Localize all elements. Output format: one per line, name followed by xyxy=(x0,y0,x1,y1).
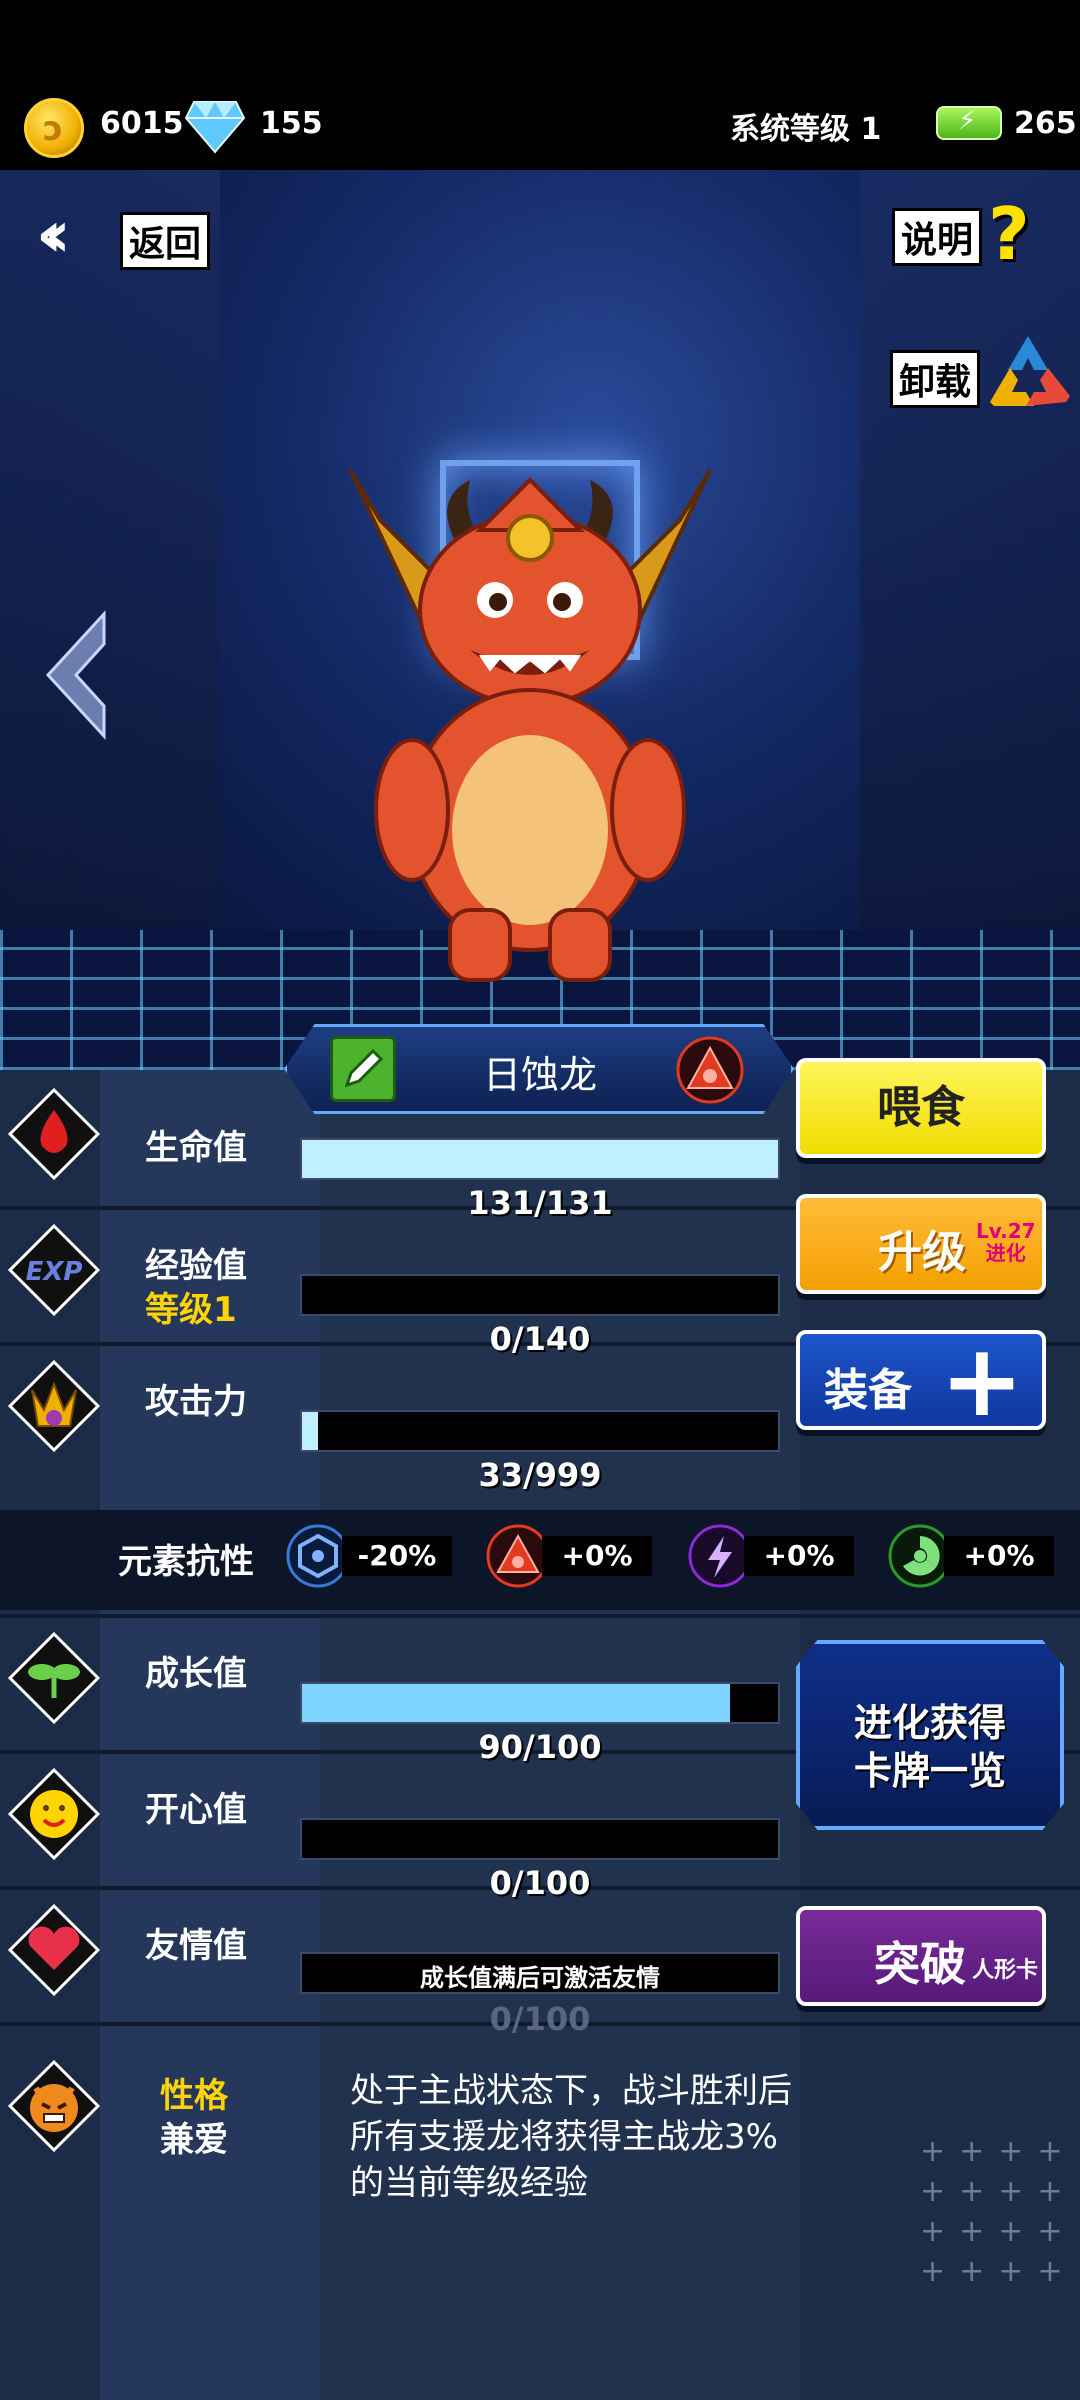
sprout-icon xyxy=(8,1632,100,1724)
personality-description: 处于主战状态下，战斗胜利后所有支援龙将获得主战龙3%的当前等级经验 xyxy=(350,2071,792,2203)
coin-icon: ↄ xyxy=(24,98,84,158)
scene-wall-right xyxy=(860,170,1080,990)
exp-value: 0/140 xyxy=(489,1320,591,1358)
heart-icon xyxy=(8,1904,100,1996)
exp-bar xyxy=(300,1274,780,1316)
angry-face-icon xyxy=(8,2060,100,2152)
exp-label: 经验值 xyxy=(145,1246,247,1286)
upgrade-level: Lv.27 xyxy=(976,1219,1036,1243)
edit-name-button[interactable] xyxy=(330,1036,396,1102)
energy-icon: ⚡ xyxy=(936,106,1002,140)
happy-value: 0/100 xyxy=(489,1864,591,1902)
unload-label: 卸载 xyxy=(890,350,981,408)
friendship-bar: 成长值满后可激活友情 xyxy=(300,1952,780,1994)
personality-label: 性格 xyxy=(160,2076,228,2116)
resistance-water-value: -20% xyxy=(342,1536,452,1576)
gem-icon xyxy=(184,101,246,154)
evolution-cards-line2: 卡牌一览 xyxy=(853,1749,1006,1793)
growth-bar-fill xyxy=(302,1684,731,1722)
attack-bar xyxy=(300,1410,780,1452)
plus-icon: + xyxy=(940,1322,1024,1439)
scene-wall-left xyxy=(0,170,220,990)
pet-dragon-image xyxy=(348,468,712,982)
fire-element-icon xyxy=(486,1524,550,1588)
resistance-label: 元素抗性 xyxy=(118,1542,254,1582)
hp-value: 131/131 xyxy=(467,1184,613,1222)
resistance-fire-value: +0% xyxy=(542,1536,652,1576)
happy-bar xyxy=(300,1818,780,1860)
hp-bar-fill xyxy=(302,1140,778,1178)
attack-bar-fill xyxy=(302,1412,318,1450)
evolution-cards-line1: 进化获得 xyxy=(853,1701,1006,1745)
decorative-plus-grid: ++++ ++++ ++++ ++++ xyxy=(920,2134,1077,2289)
feed-button[interactable]: 喂食 xyxy=(796,1058,1046,1158)
smiley-icon xyxy=(8,1768,100,1860)
breakthrough-button[interactable]: 突破 人形卡 xyxy=(796,1906,1046,2006)
recycle-icon xyxy=(990,336,1070,406)
resistance-poison-value: +0% xyxy=(944,1536,1054,1576)
upgrade-label: 升级 xyxy=(878,1227,966,1278)
friendship-lock-message: 成长值满后可激活友情 xyxy=(420,1964,660,1992)
attack-value: 33/999 xyxy=(478,1456,602,1494)
feed-label: 喂食 xyxy=(877,1082,965,1133)
system-level: 系统等级 1 xyxy=(730,112,882,147)
poison-element-icon xyxy=(888,1524,952,1588)
coin-count: 6015 xyxy=(100,106,184,141)
back-button[interactable]: ‹‹ 返回 xyxy=(36,200,226,270)
upgrade-button[interactable]: 升级 Lv.27 进化 xyxy=(796,1194,1046,1294)
breakthrough-label: 突破 xyxy=(874,1937,966,1991)
equip-button[interactable]: 装备 + xyxy=(796,1326,1046,1436)
water-element-icon xyxy=(286,1524,350,1588)
exp-icon: EXP xyxy=(8,1224,100,1316)
back-label: 返回 xyxy=(120,212,211,270)
svg-text:EXP: EXP xyxy=(26,1257,83,1287)
unload-button[interactable]: 卸载 xyxy=(890,330,1080,420)
energy-count: 265 xyxy=(1014,106,1077,141)
growth-value: 90/100 xyxy=(478,1728,602,1766)
friendship-label: 友情值 xyxy=(145,1926,247,1966)
happy-label: 开心值 xyxy=(145,1790,247,1830)
row-divider xyxy=(0,1614,1080,1618)
pet-name: 日蚀龙 xyxy=(482,1053,597,1097)
upgrade-evolve: 进化 xyxy=(985,1241,1026,1265)
evolution-cards-button[interactable]: 进化获得 卡牌一览 xyxy=(796,1640,1064,1830)
previous-pet-arrow[interactable] xyxy=(42,610,112,740)
fire-element-icon xyxy=(676,1036,744,1104)
friendship-value: 0/100 xyxy=(489,2000,591,2038)
growth-bar xyxy=(300,1682,780,1724)
double-chevron-left-icon: ‹‹ xyxy=(36,198,70,272)
gem-count: 155 xyxy=(260,106,323,141)
growth-label: 成长值 xyxy=(145,1654,247,1694)
help-label: 说明 xyxy=(892,208,983,266)
blood-drop-icon xyxy=(8,1088,100,1180)
breakthrough-sub-label: 人形卡 xyxy=(972,1958,1039,1983)
personality-type: 兼爱 xyxy=(160,2120,228,2160)
equip-label: 装备 xyxy=(824,1365,912,1416)
pet-level: 等级1 xyxy=(145,1290,237,1330)
question-mark-icon: ? xyxy=(988,192,1030,276)
status-bar: ↄ 6015 155 系统等级 1 ⚡ 265 xyxy=(0,0,1080,170)
attack-icon xyxy=(8,1360,100,1452)
thunder-element-icon xyxy=(688,1524,752,1588)
pencil-icon xyxy=(344,1048,384,1088)
upgrade-level-badge: Lv.27 进化 xyxy=(976,1220,1036,1264)
hp-label: 生命值 xyxy=(145,1128,247,1168)
resistance-thunder-value: +0% xyxy=(744,1536,854,1576)
help-button[interactable]: 说明 ? xyxy=(892,192,1052,276)
attack-label: 攻击力 xyxy=(145,1382,247,1422)
hp-bar xyxy=(300,1138,780,1180)
